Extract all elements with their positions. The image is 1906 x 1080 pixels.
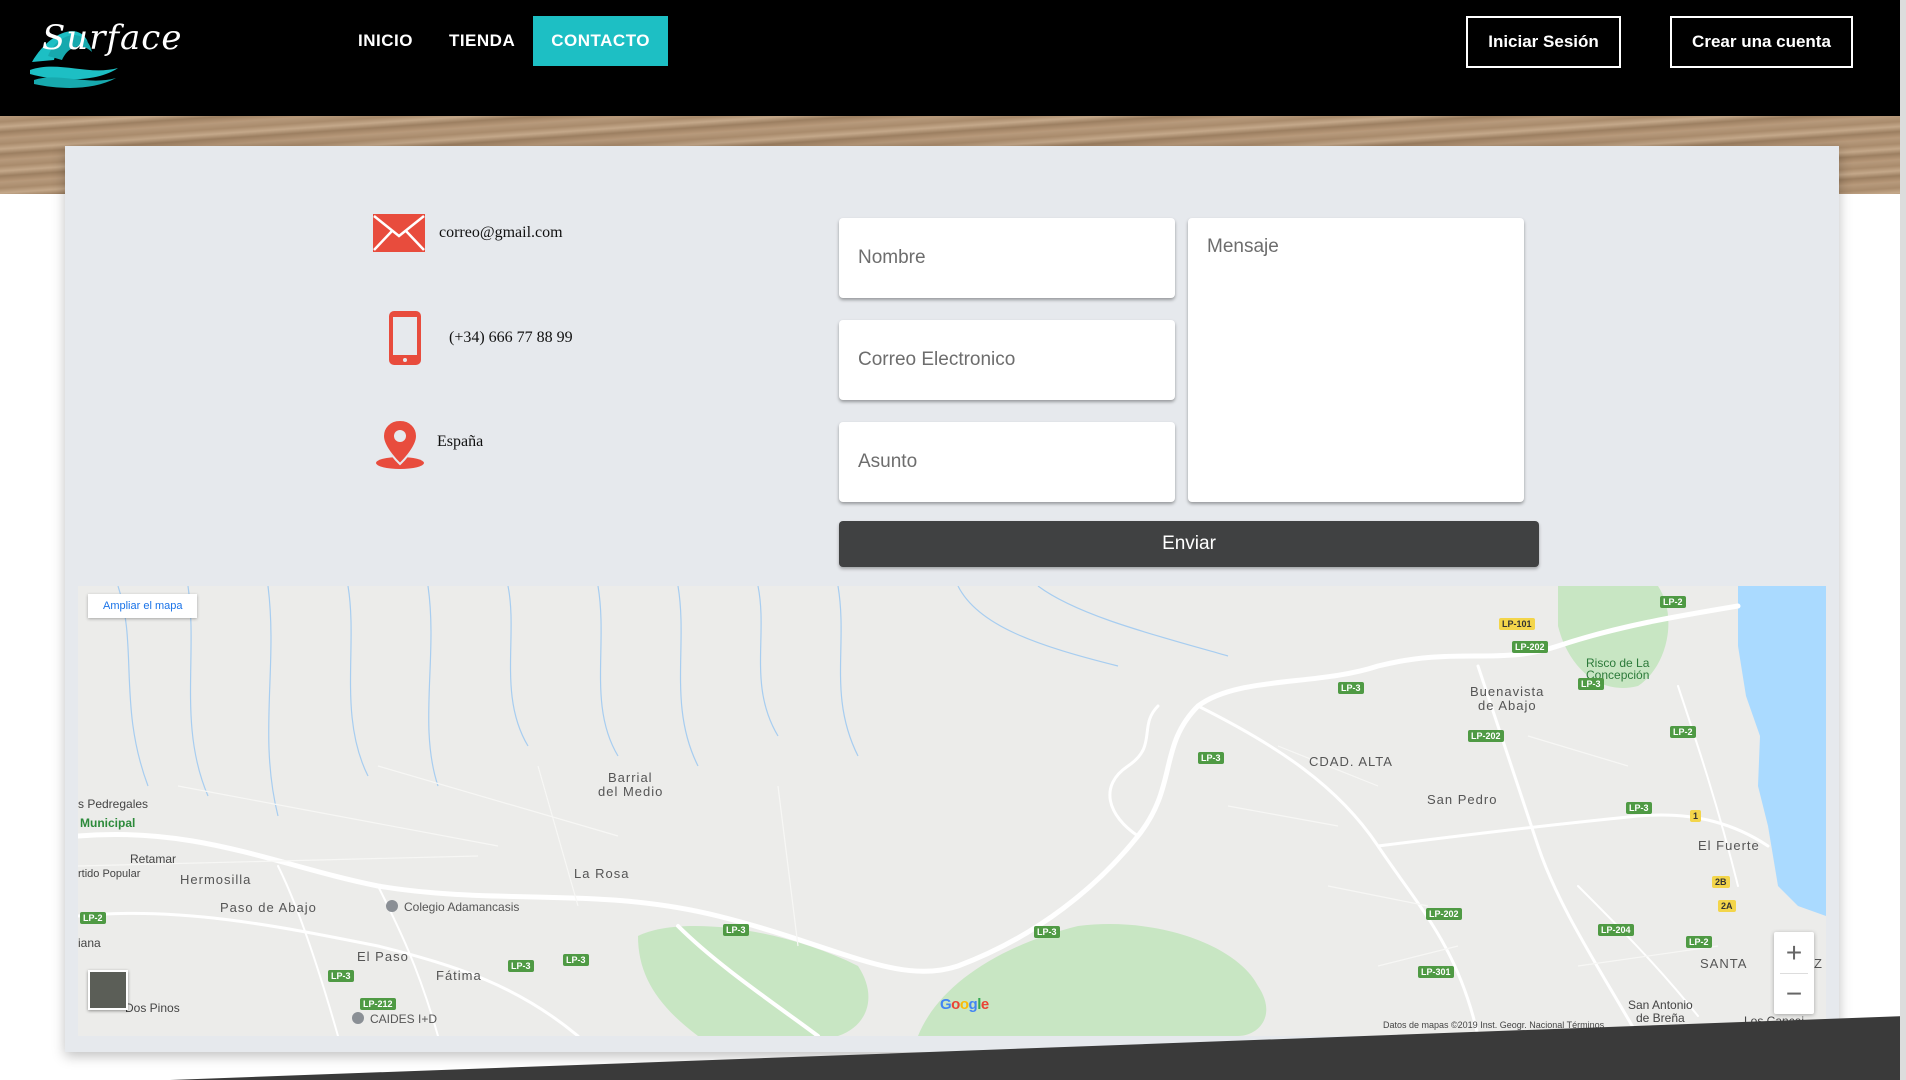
contact-email-row: correo@gmail.com [373, 214, 563, 252]
road-badge: LP-3 [563, 954, 589, 966]
signup-button[interactable]: Crear una cuenta [1670, 16, 1853, 68]
road-badge: LP-3 [1198, 752, 1224, 764]
location-pin-icon [376, 420, 424, 469]
road-badge: 2A [1718, 900, 1736, 912]
nav-tienda[interactable]: TIENDA [431, 16, 533, 66]
map-label-barrial: Barrial [608, 770, 653, 785]
page-scrollbar[interactable] [1900, 0, 1906, 1080]
nav-contacto[interactable]: CONTACTO [533, 16, 668, 66]
zoom-in-icon[interactable]: + [1774, 932, 1814, 973]
map-label-hermosilla: Hermosilla [180, 872, 252, 887]
contact-phone: (+34) 666 77 88 99 [449, 329, 573, 346]
zoom-controls: + − [1774, 932, 1814, 1014]
subject-input[interactable] [839, 422, 1175, 502]
map-label-el-paso: El Paso [357, 949, 409, 964]
road-badge: LP-3 [1034, 926, 1060, 938]
road-badge: LP-2 [80, 912, 106, 924]
map-label-popular: rtido Popular [78, 868, 141, 880]
top-navbar: Surface INICIO TIENDA CONTACTO Iniciar S… [0, 0, 1906, 116]
road-badge: LP-301 [1418, 966, 1454, 978]
road-badge: LP-3 [1626, 802, 1652, 814]
map-label-san-pedro: San Pedro [1427, 792, 1498, 807]
contact-email: correo@gmail.com [439, 224, 563, 241]
name-input[interactable] [839, 218, 1175, 298]
road-badge: LP-3 [1578, 678, 1604, 690]
map-label-iana: iana [78, 936, 101, 950]
google-map[interactable]: Ampliar el mapa s Pedregales Municipal R… [78, 586, 1826, 1036]
contact-location-row: España [375, 420, 483, 470]
footer-wedge [170, 1016, 1906, 1080]
road-badge: LP-101 [1499, 618, 1535, 630]
envelope-icon [373, 214, 425, 252]
map-label-pedregales: s Pedregales [78, 797, 149, 811]
contact-card: correo@gmail.com (+34) 666 77 88 99 Espa… [65, 146, 1839, 1052]
road-badge: LP-3 [508, 960, 534, 972]
road-badge: LP-2 [1660, 596, 1686, 608]
road-badge: LP-3 [723, 924, 749, 936]
map-label-del-medio: del Medio [598, 784, 664, 799]
contact-phone-row: (+34) 666 77 88 99 [388, 310, 573, 366]
message-textarea[interactable] [1188, 218, 1524, 502]
school-marker-icon [386, 900, 398, 912]
road-badge: 1 [1690, 810, 1702, 822]
phone-icon [389, 311, 421, 365]
login-button[interactable]: Iniciar Sesión [1466, 16, 1621, 68]
enlarge-map-link[interactable]: Ampliar el mapa [88, 594, 198, 618]
map-label-el-fuerte: El Fuerte [1698, 838, 1760, 853]
road-badge: 2B [1712, 876, 1730, 888]
map-label-municipal: Municipal [80, 816, 136, 830]
map-label-cruz-fragment: Z [1814, 956, 1823, 971]
street-view-thumbnail[interactable] [88, 970, 128, 1010]
map-label-cdad-alta: CDAD. ALTA [1309, 754, 1393, 769]
map-label-buenavista: Buenavista [1470, 684, 1545, 699]
main-nav: INICIO TIENDA CONTACTO [340, 16, 668, 66]
road-badge: LP-2 [1686, 936, 1712, 948]
map-label-santa: SANTA [1700, 956, 1748, 971]
send-button[interactable]: Enviar [839, 521, 1539, 567]
contact-location: España [437, 433, 484, 450]
map-label-de-abajo: de Abajo [1478, 698, 1537, 713]
road-badge: LP-204 [1598, 924, 1634, 936]
map-background [78, 586, 1826, 1036]
map-label-colegio: Colegio Adamancasis [404, 900, 520, 914]
zoom-out-icon[interactable]: − [1774, 973, 1814, 1014]
logo-text[interactable]: Surface [42, 18, 182, 58]
map-label-retamar: Retamar [130, 852, 177, 866]
road-badge: LP-202 [1426, 908, 1462, 920]
road-badge: LP-202 [1512, 641, 1548, 653]
map-label-fatima: Fátima [436, 968, 482, 983]
road-badge: LP-202 [1468, 730, 1504, 742]
nav-inicio[interactable]: INICIO [340, 16, 431, 66]
road-badge: LP-2 [1670, 726, 1696, 738]
road-badge: LP-212 [360, 998, 396, 1010]
email-input[interactable] [839, 320, 1175, 400]
map-label-paso-abajo: Paso de Abajo [220, 900, 317, 915]
road-badge: LP-3 [328, 970, 354, 982]
map-label-la-rosa: La Rosa [574, 866, 630, 881]
road-badge: LP-3 [1338, 682, 1364, 694]
